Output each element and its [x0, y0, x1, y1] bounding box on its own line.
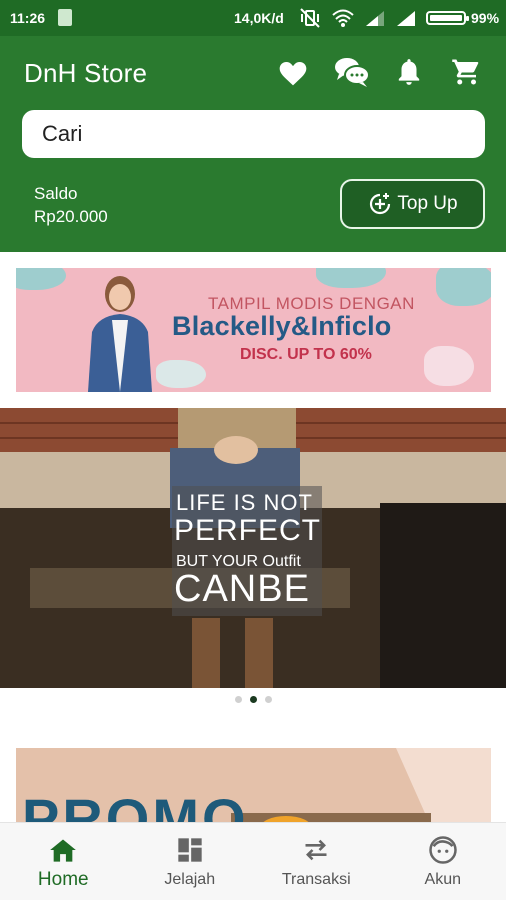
add-clock-icon	[370, 193, 391, 215]
nav-akun-label: Akun	[424, 871, 461, 888]
nav-transaksi[interactable]: Transaksi	[253, 823, 380, 900]
carousel-dot-active[interactable]	[249, 696, 257, 703]
model-image	[88, 276, 152, 392]
face-icon	[429, 836, 457, 864]
carousel-dot[interactable]	[234, 696, 242, 703]
store-title: DnH Store	[24, 58, 148, 88]
search-bar[interactable]	[22, 110, 485, 158]
promo-section-banner[interactable]: PROMO	[16, 748, 491, 822]
app-screen: 11:26 14,0K/d 99% DnH Store Cari Saldo R…	[0, 0, 506, 900]
nav-transaksi-label: Transaksi	[281, 871, 351, 888]
bell-icon	[398, 59, 420, 85]
search-input[interactable]	[42, 121, 485, 147]
bottom-navigation: Home Jelajah Transaksi Akun	[0, 822, 506, 900]
balance-label: Saldo	[34, 184, 78, 203]
nav-home[interactable]: Home	[0, 823, 127, 900]
notification-button[interactable]	[391, 54, 427, 90]
battery-percent: 99%	[471, 10, 500, 26]
heart-icon	[279, 62, 307, 86]
chat-button[interactable]	[332, 54, 372, 90]
signal-icon	[366, 11, 384, 26]
vibrate-off-icon	[300, 8, 320, 28]
nav-jelajah[interactable]: Jelajah	[127, 823, 254, 900]
home-content[interactable]: TAMPIL MODIS DENGAN Blackelly&Inficlo DI…	[0, 252, 506, 822]
grid-icon	[178, 838, 202, 862]
wifi-icon	[332, 9, 354, 27]
signal-icon	[397, 11, 415, 26]
status-time: 11:26	[10, 10, 46, 26]
promo-discount: DISC. UP TO 60%	[240, 346, 372, 363]
quote-line-2: PERFECT	[174, 514, 322, 547]
nav-akun[interactable]: Akun	[380, 823, 506, 900]
hero-carousel-slide[interactable]: LIFE IS NOT PERFECT BUT YOUR Outfit CANB…	[0, 408, 506, 688]
promo-brand: Blackelly&Inficlo	[172, 311, 392, 341]
balance-value: Rp20.000	[34, 207, 108, 226]
status-bar: 11:26 14,0K/d 99%	[0, 0, 506, 36]
promo-banner[interactable]: TAMPIL MODIS DENGAN Blackelly&Inficlo DI…	[16, 268, 491, 392]
home-icon	[50, 839, 77, 862]
battery-icon	[426, 11, 469, 25]
topup-button[interactable]: Top Up	[340, 179, 485, 229]
transfer-icon	[305, 839, 327, 861]
sim-icon	[58, 9, 72, 26]
carousel-dot[interactable]	[264, 696, 272, 703]
cart-icon	[452, 59, 479, 85]
chat-icon	[335, 58, 370, 87]
carousel-indicator	[0, 696, 506, 706]
quote-line-4: CANBE	[174, 568, 310, 610]
network-speed: 14,0K/d	[234, 10, 284, 26]
topup-label: Top Up	[397, 193, 458, 214]
nav-home-label: Home	[37, 869, 89, 890]
app-header: DnH Store Cari Saldo Rp20.000 Top Up	[0, 36, 506, 252]
quote-line-1: LIFE IS NOT	[176, 490, 313, 515]
nav-jelajah-label: Jelajah	[164, 871, 216, 888]
cart-button[interactable]	[448, 54, 484, 90]
promo-word: PROMO	[22, 787, 249, 822]
wishlist-button[interactable]	[275, 54, 311, 90]
